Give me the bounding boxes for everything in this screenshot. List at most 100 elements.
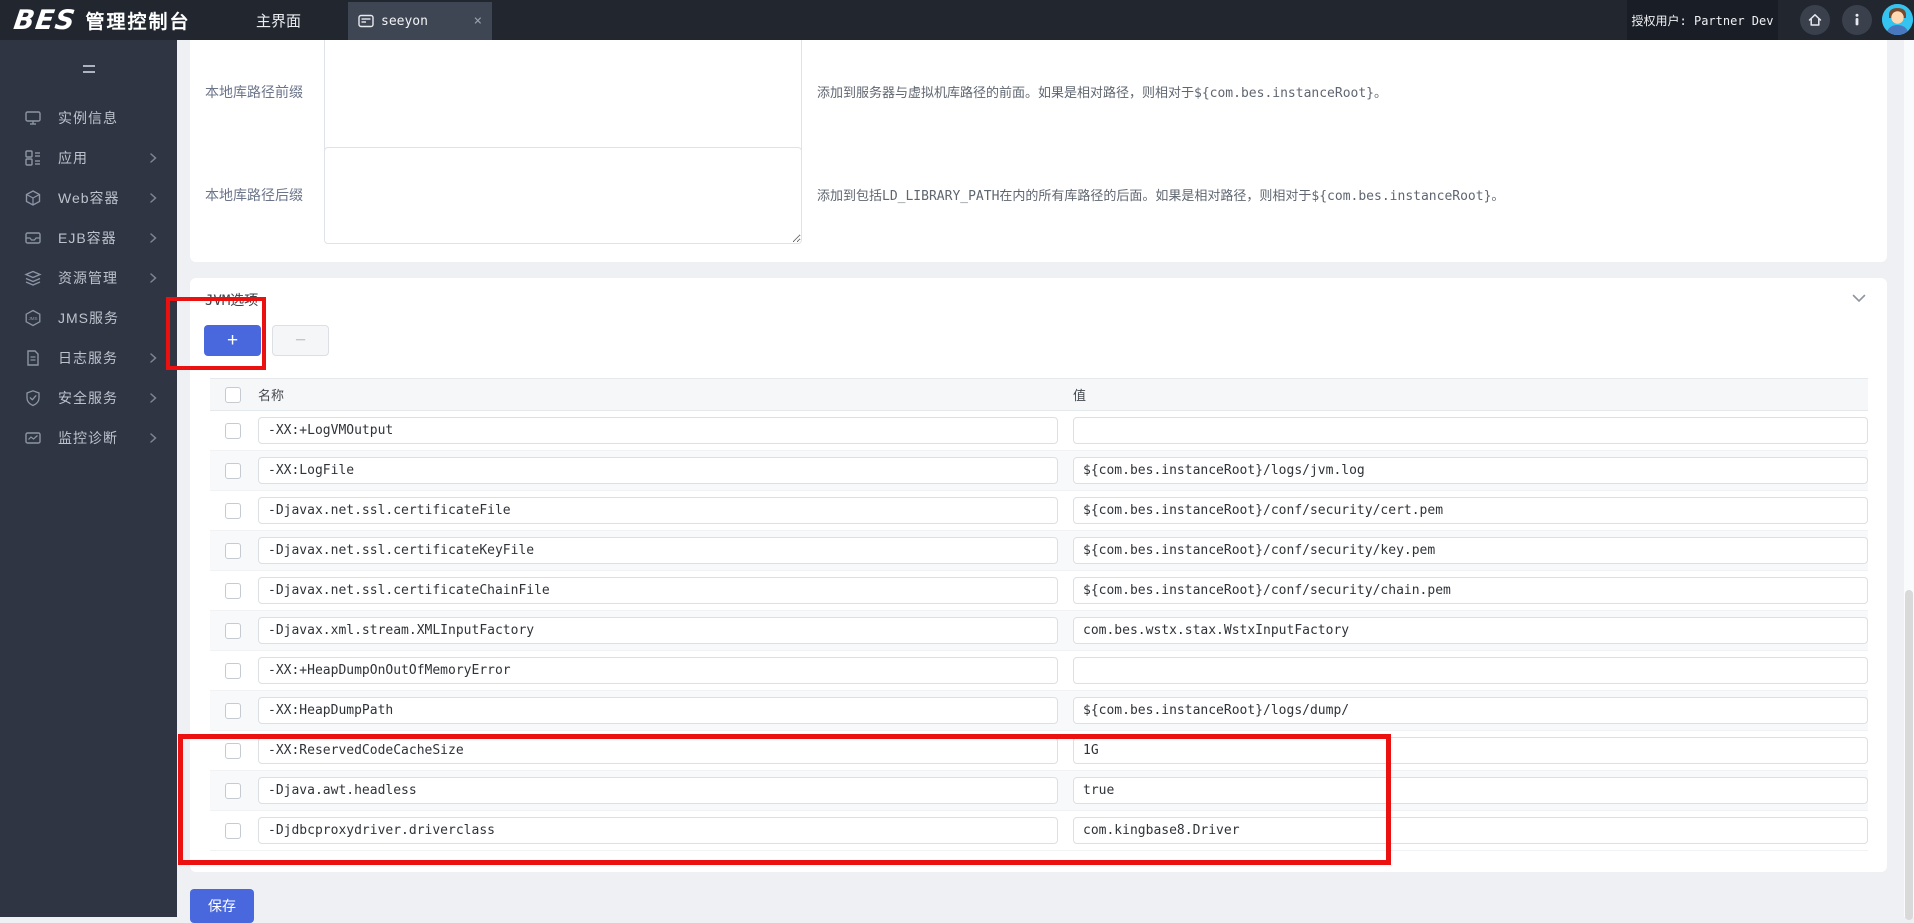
option-name-input[interactable] <box>258 457 1058 484</box>
row-checkbox[interactable] <box>225 462 241 479</box>
jvm-options-panel: JVM选项 + − 名称 值 <box>190 278 1887 872</box>
table-row <box>210 691 1868 731</box>
page-scrollbar[interactable] <box>1904 40 1914 920</box>
sidebar-item-label: 监控诊断 <box>58 430 118 446</box>
nav-main-interface[interactable]: 主界面 <box>256 0 301 40</box>
option-value-input[interactable] <box>1073 417 1868 444</box>
security-icon <box>24 389 42 407</box>
option-value-input[interactable] <box>1073 817 1868 844</box>
sidebar-item-1[interactable]: 应用 <box>0 138 177 178</box>
logo-suffix-text: 管理控制台 <box>85 10 191 33</box>
option-name-input[interactable] <box>258 617 1058 644</box>
option-name-input[interactable] <box>258 497 1058 524</box>
sidebar-item-4[interactable]: 资源管理 <box>0 258 177 298</box>
table-row <box>210 811 1868 851</box>
table-row <box>210 571 1868 611</box>
licensed-user-label: 授权用户: Partner Dev <box>1627 0 1778 40</box>
jvm-options-title: JVM选项 <box>205 293 259 309</box>
web-container-icon <box>24 189 42 207</box>
chevron-right-icon <box>147 192 159 204</box>
row-checkbox[interactable] <box>225 782 241 799</box>
help-text-suffix: 添加到包括LD_LIBRARY_PATH在内的所有库路径的后面。如果是相对路径，… <box>817 189 1505 204</box>
option-name-input[interactable] <box>258 777 1058 804</box>
close-icon[interactable]: × <box>474 14 482 28</box>
sidebar-item-label: 资源管理 <box>58 270 118 286</box>
monitor-icon <box>24 429 42 447</box>
sidebar-item-2[interactable]: Web容器 <box>0 178 177 218</box>
option-name-input[interactable] <box>258 697 1058 724</box>
apps-icon <box>24 149 42 167</box>
row-checkbox[interactable] <box>225 702 241 719</box>
select-all-checkbox[interactable] <box>225 386 241 403</box>
save-button[interactable]: 保存 <box>190 889 254 923</box>
sidebar-item-label: Web容器 <box>58 190 120 206</box>
option-name-input[interactable] <box>258 417 1058 444</box>
sidebar: 实例信息应用 Web容器 EJB容器资源管理 JMS JMS服务 日志服务安全服务监控诊断 <box>0 40 177 917</box>
jvm-options-table: 名称 值 <box>210 378 1868 851</box>
column-header-name: 名称 <box>258 389 285 404</box>
tab-label: seeyon <box>381 13 428 29</box>
chevron-right-icon <box>147 272 159 284</box>
home-icon[interactable] <box>1800 5 1830 35</box>
chevron-right-icon <box>147 232 159 244</box>
jms-icon: JMS <box>24 309 42 327</box>
row-checkbox[interactable] <box>225 742 241 759</box>
chevron-right-icon <box>147 352 159 364</box>
topbar: BES 管理控制台 主界面 seeyon × 授权用户: Partner Dev <box>0 0 1914 40</box>
scrollbar-thumb[interactable] <box>1905 590 1913 920</box>
logs-icon <box>24 349 42 367</box>
option-name-input[interactable] <box>258 657 1058 684</box>
option-name-input[interactable] <box>258 537 1058 564</box>
row-checkbox[interactable] <box>225 622 241 639</box>
avatar[interactable] <box>1882 4 1913 35</box>
field-label-suffix: 本地库路径后缀 <box>205 188 303 204</box>
info-icon[interactable] <box>1842 5 1872 35</box>
sidebar-item-0[interactable]: 实例信息 <box>0 98 177 138</box>
native-lib-suffix-textarea[interactable] <box>324 147 802 244</box>
option-value-input[interactable] <box>1073 497 1868 524</box>
sidebar-item-label: EJB容器 <box>58 230 117 246</box>
chevron-right-icon <box>147 152 159 164</box>
add-jvm-option-button[interactable]: + <box>204 325 261 356</box>
option-value-input[interactable] <box>1073 577 1868 604</box>
help-text-prefix: 添加到服务器与虚拟机库路径的前面。如果是相对路径，则相对于${com.bes.i… <box>817 86 1388 101</box>
sidebar-item-6[interactable]: 日志服务 <box>0 338 177 378</box>
row-checkbox[interactable] <box>225 582 241 599</box>
table-row <box>210 651 1868 691</box>
table-row <box>210 531 1868 571</box>
chevron-right-icon <box>147 432 159 444</box>
table-row <box>210 491 1868 531</box>
sidebar-item-8[interactable]: 监控诊断 <box>0 418 177 458</box>
option-value-input[interactable] <box>1073 537 1868 564</box>
remove-jvm-option-button[interactable]: − <box>272 325 329 356</box>
logo-bes-text: BES <box>11 4 78 36</box>
option-value-input[interactable] <box>1073 777 1868 804</box>
field-label-prefix: 本地库路径前缀 <box>205 85 303 101</box>
chevron-down-icon[interactable] <box>1852 294 1866 303</box>
row-checkbox[interactable] <box>225 662 241 679</box>
sidebar-item-label: 安全服务 <box>58 390 118 406</box>
tab-seeyon[interactable]: seeyon × <box>348 2 492 40</box>
row-checkbox[interactable] <box>225 542 241 559</box>
option-value-input[interactable] <box>1073 457 1868 484</box>
option-value-input[interactable] <box>1073 697 1868 724</box>
option-name-input[interactable] <box>258 737 1058 764</box>
table-row <box>210 611 1868 651</box>
native-library-path-panel: 本地库路径前缀 添加到服务器与虚拟机库路径的前面。如果是相对路径，则相对于${c… <box>190 40 1887 262</box>
table-header: 名称 值 <box>210 378 1868 411</box>
option-value-input[interactable] <box>1073 617 1868 644</box>
option-name-input[interactable] <box>258 817 1058 844</box>
sidebar-item-5[interactable]: JMS JMS服务 <box>0 298 177 338</box>
sidebar-item-7[interactable]: 安全服务 <box>0 378 177 418</box>
table-row <box>210 731 1868 771</box>
option-value-input[interactable] <box>1073 737 1868 764</box>
option-name-input[interactable] <box>258 577 1058 604</box>
option-value-input[interactable] <box>1073 657 1868 684</box>
instance-icon <box>24 109 42 127</box>
row-checkbox[interactable] <box>225 422 241 439</box>
collapse-menu-icon[interactable] <box>0 40 177 98</box>
row-checkbox[interactable] <box>225 822 241 839</box>
sidebar-item-3[interactable]: EJB容器 <box>0 218 177 258</box>
sidebar-item-label: 应用 <box>58 150 88 166</box>
row-checkbox[interactable] <box>225 502 241 519</box>
